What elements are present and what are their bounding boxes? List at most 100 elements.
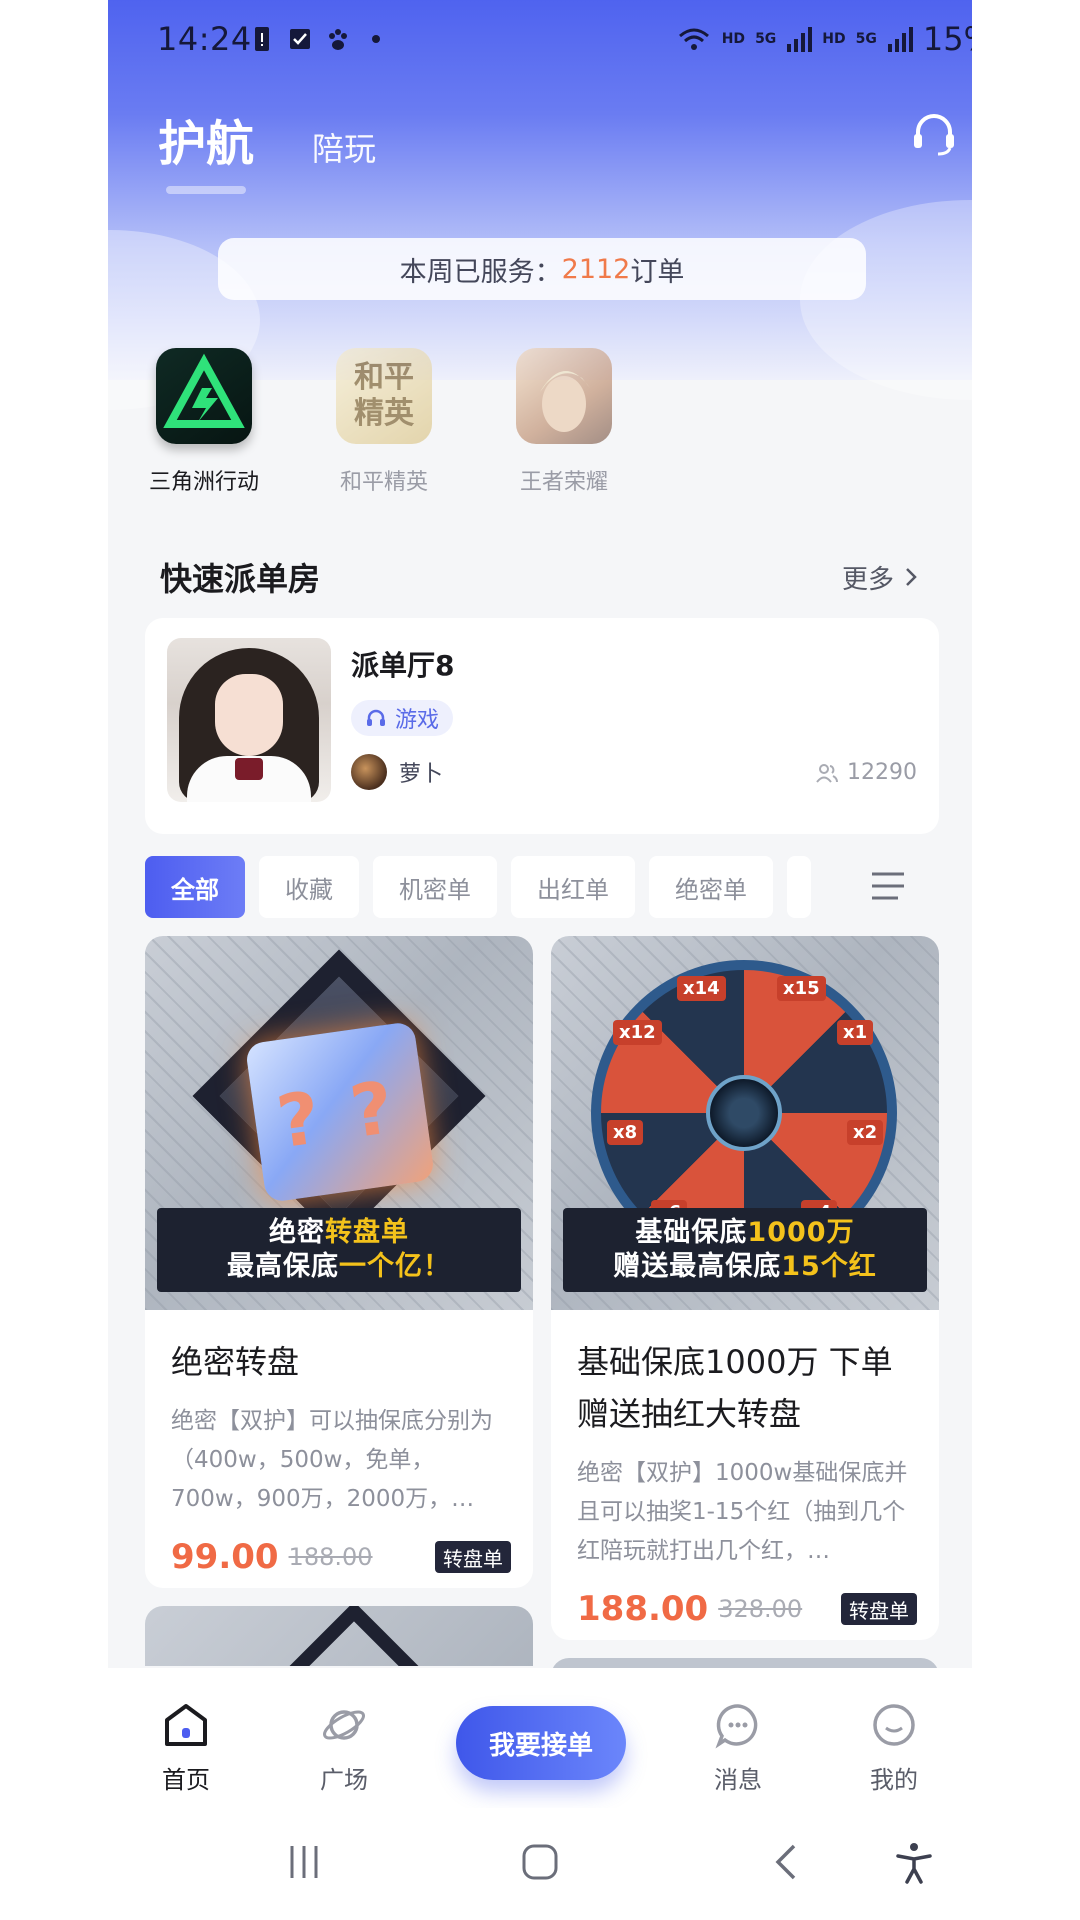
game-delta-force[interactable]: 三角洲行动: [140, 348, 268, 496]
game-honor-of-kings[interactable]: 王者荣耀: [500, 348, 628, 496]
multiplier-label: x1: [837, 1020, 874, 1045]
game-selector: 三角洲行动 和平 精英 和平精英 王者荣耀: [140, 348, 940, 496]
left-margin: [0, 0, 108, 1920]
product-banner: 绝密转盘单 最高保底一个亿！: [157, 1208, 521, 1292]
product-title: 基础保底1000万 下单赠送抽红大转盘: [577, 1343, 893, 1433]
nav-plaza[interactable]: 广场: [284, 1700, 404, 1795]
chip-red-drop[interactable]: 出红单: [511, 856, 635, 918]
more-link[interactable]: 更多: [842, 559, 920, 596]
banner-highlight: 转盘单: [325, 1217, 409, 1248]
home-icon: [165, 1704, 207, 1746]
headphones-icon: [367, 709, 385, 726]
banner-highlight: 15个红: [781, 1251, 877, 1282]
banner-text: 绝密: [269, 1217, 325, 1248]
product-body: 绝密转盘 绝密【双护】可以抽保底分别为（400w，500w，免单，700w，90…: [171, 1336, 511, 1577]
status-notification-icons: [250, 24, 388, 54]
chip-confidential[interactable]: 机密单: [373, 856, 497, 918]
section-title: 快速派单房: [160, 560, 321, 598]
right-margin: [972, 0, 1080, 1920]
product-body: 基础保底1000万 下单赠送抽红大转盘 绝密【双护】1000w基础保底并且可以抽…: [577, 1336, 917, 1629]
paw-icon: [329, 29, 347, 50]
nav-label: 我的: [870, 1766, 918, 1794]
accept-order-button[interactable]: 我要接单: [456, 1706, 626, 1780]
filter-chips: 全部 收藏 机密单 出红单 绝密单: [145, 856, 945, 918]
room-cover-photo: [167, 638, 331, 802]
banner-highlight: 一个亿！: [339, 1251, 451, 1282]
multiplier-label: x15: [777, 976, 826, 1001]
room-member-count: 12290: [815, 760, 917, 785]
nav-messages[interactable]: 消息: [678, 1700, 798, 1795]
app-screen: 14:24 HD 5G HD 5G 15% 护航 陪玩 本周已服务： 2112: [0, 0, 1080, 1920]
product-banner: 基础保底1000万 赠送最高保底15个红: [563, 1208, 927, 1292]
product-price: 99.00: [171, 1537, 279, 1577]
multiplier-label: x8: [607, 1120, 644, 1145]
chip-partial[interactable]: [787, 856, 811, 918]
home-button-icon[interactable]: [516, 1838, 564, 1886]
nav-mine[interactable]: 我的: [834, 1700, 954, 1795]
quick-rooms-header: 快速派单房 更多: [160, 554, 920, 600]
tab-escort[interactable]: 护航: [158, 104, 254, 194]
profile-icon: [873, 1704, 915, 1746]
accessibility-icon[interactable]: [890, 1838, 938, 1886]
room-name: 派单厅8: [351, 649, 455, 682]
weekly-service-banner: 本周已服务： 2112 订单: [218, 238, 866, 300]
signal-icon-2: [887, 27, 913, 52]
product-price: 188.00: [577, 1589, 709, 1629]
owner-name: 萝卜: [399, 762, 444, 787]
users-icon: [816, 763, 838, 783]
banner-text: 最高保底: [227, 1251, 339, 1282]
status-right: HD 5G HD 5G 15%: [676, 20, 1020, 58]
honor-of-kings-icon: [516, 348, 612, 444]
service-prefix: 本周已服务：: [399, 256, 562, 288]
product-card[interactable]: x14 x15 x12 x1 x8 x2 x6 x4 基础保底1000万 赠送最…: [551, 936, 939, 1640]
network-type-2: 5G: [755, 31, 777, 47]
bottom-nav: 首页 广场 我要接单 消息 我的: [108, 1668, 972, 1808]
member-count: 12290: [847, 760, 917, 785]
room-card[interactable]: 派单厅8 游戏 萝卜 12290: [145, 618, 939, 834]
avatar: [351, 754, 387, 790]
dot-icon: [372, 35, 380, 43]
price-row: 188.00 328.00 转盘单: [577, 1589, 917, 1629]
headset-icon[interactable]: [908, 108, 960, 160]
game-label: 三角洲行动: [148, 470, 259, 495]
game-label: 和平精英: [339, 470, 428, 495]
message-icon: [715, 1704, 758, 1749]
peace-elite-icon-text-2: 精英: [354, 396, 414, 431]
nav-label: 消息: [714, 1766, 762, 1794]
order-type-badge: 转盘单: [435, 1541, 511, 1573]
menu-icon[interactable]: [868, 866, 908, 906]
mystery-box-icon: ??: [244, 1020, 436, 1204]
product-description: 绝密【双护】1000w基础保底并且可以抽奖1-15个红（抽到几个红陪玩就打出几个…: [577, 1460, 908, 1564]
chip-all[interactable]: 全部: [145, 856, 245, 918]
tab-companion[interactable]: 陪玩: [312, 124, 376, 174]
nav-label: 首页: [162, 1766, 210, 1794]
peace-elite-icon-text-1: 和平: [354, 360, 414, 395]
banner-highlight: 1000万: [747, 1217, 855, 1248]
order-type-badge: 转盘单: [841, 1593, 917, 1625]
back-icon[interactable]: [764, 1838, 812, 1886]
top-tabs: 护航 陪玩: [158, 104, 376, 194]
status-bar: 14:24 HD 5G HD 5G 15%: [0, 0, 1080, 80]
chip-favorites[interactable]: 收藏: [259, 856, 359, 918]
room-owner: 萝卜: [351, 754, 443, 790]
service-count: 2112: [561, 253, 631, 285]
recent-apps-icon[interactable]: [280, 1838, 328, 1886]
planet-icon: [323, 1710, 365, 1740]
product-card-peek[interactable]: [145, 1606, 533, 1666]
nav-label: 广场: [320, 1766, 368, 1794]
original-price: 328.00: [718, 1595, 803, 1623]
nav-home[interactable]: 首页: [126, 1700, 246, 1795]
price-row: 99.00 188.00 转盘单: [171, 1537, 511, 1577]
product-title: 绝密转盘: [171, 1343, 300, 1381]
banner-text: 基础保底: [635, 1217, 748, 1248]
chip-top-secret[interactable]: 绝密单: [649, 856, 773, 918]
product-image: ?? 绝密转盘单 最高保底一个亿！: [145, 936, 533, 1310]
multiplier-label: x2: [847, 1120, 884, 1145]
peace-elite-icon: 和平 精英: [336, 348, 432, 444]
network-type-3: HD: [822, 31, 846, 47]
game-peace-elite[interactable]: 和平 精英 和平精英: [320, 348, 448, 496]
checkbox-icon: [290, 29, 310, 49]
network-type-4: 5G: [855, 31, 877, 47]
multiplier-label: x12: [613, 1020, 662, 1045]
product-card[interactable]: ?? 绝密转盘单 最高保底一个亿！ 绝密转盘 绝密【双护】可以抽保底分别为（40…: [145, 936, 533, 1588]
